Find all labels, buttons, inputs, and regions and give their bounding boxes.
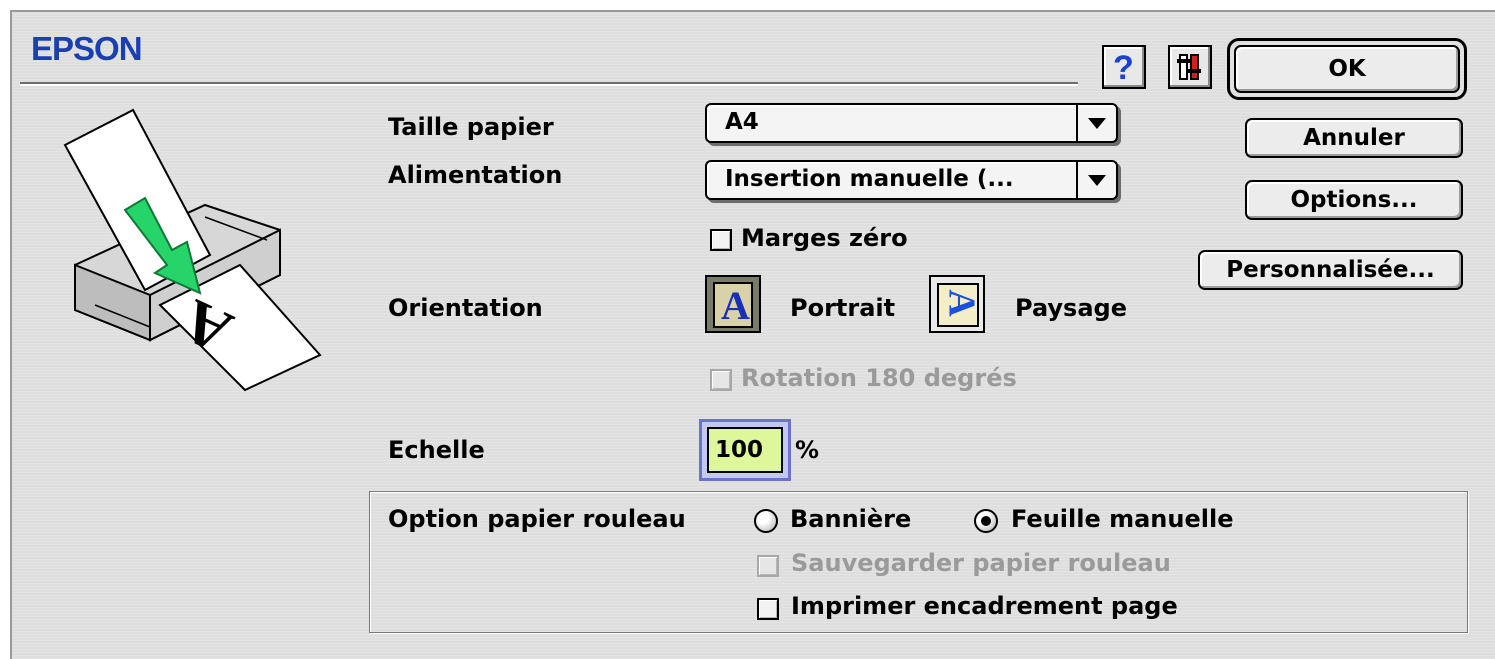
help-button[interactable]: ? [1102,45,1146,89]
feed-value: Insertion manuelle (... [725,166,1014,192]
landscape-label[interactable]: Paysage [1015,294,1127,322]
zero-margins-label[interactable]: Marges zéro [741,224,908,252]
save-roll-paper-checkbox[interactable] [757,555,779,577]
brand-logo: EPSON [31,30,143,67]
zero-margins-checkbox[interactable] [710,229,732,251]
roll-paper-label: Option papier rouleau [388,505,686,533]
scale-label: Echelle [388,436,485,464]
options-button[interactable]: Options... [1245,180,1463,220]
rotate-180-checkbox[interactable] [710,369,732,391]
help-icon: ? [1113,49,1134,87]
cancel-button[interactable]: Annuler [1245,118,1463,158]
paper-size-select[interactable]: A4 [705,103,1118,143]
feed-label: Alimentation [388,161,563,189]
orientation-label: Orientation [388,294,543,322]
scale-input[interactable] [707,427,783,473]
save-roll-paper-label[interactable]: Sauvegarder papier rouleau [791,549,1171,577]
banner-label[interactable]: Bannière [790,505,911,533]
custom-button[interactable]: Personnalisée... [1198,250,1463,290]
feed-select[interactable]: Insertion manuelle (... [705,160,1118,200]
portrait-label[interactable]: Portrait [790,294,895,322]
utility-icon [1177,54,1201,80]
rotate-180-label[interactable]: Rotation 180 degrés [741,364,1017,392]
chevron-down-icon [1088,175,1106,186]
utility-button[interactable] [1168,45,1212,89]
landscape-button[interactable]: A [929,275,985,333]
print-frame-checkbox[interactable] [757,598,779,620]
manual-sheet-label[interactable]: Feuille manuelle [1011,505,1233,533]
portrait-button[interactable]: A [705,275,761,333]
paper-size-label: Taille papier [388,113,554,141]
scale-unit: % [795,436,820,464]
printer-illustration-icon: A [63,108,322,392]
landscape-page-icon: A [937,283,983,327]
ok-button[interactable]: OK [1234,45,1460,93]
banner-radio[interactable] [754,509,778,533]
scale-focus-ring [699,419,791,481]
portrait-page-icon: A [713,282,753,328]
print-frame-label[interactable]: Imprimer encadrement page [791,592,1178,620]
manual-sheet-radio[interactable] [974,509,998,533]
chevron-down-icon [1088,118,1106,129]
paper-size-value: A4 [725,109,759,135]
